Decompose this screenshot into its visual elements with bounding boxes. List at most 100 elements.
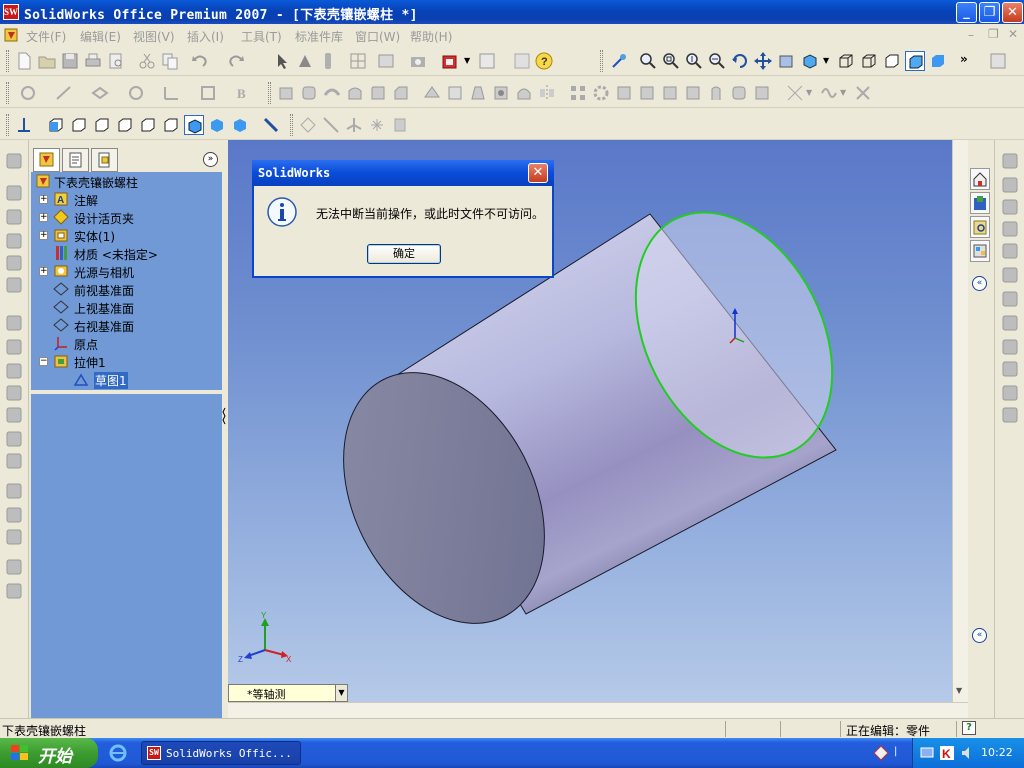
tree-expander[interactable]: − [39, 357, 48, 366]
tool-icon[interactable] [1002, 339, 1018, 355]
print-button[interactable] [83, 51, 103, 71]
trimetric-view-button[interactable] [207, 115, 227, 135]
pan-button[interactable] [753, 51, 773, 71]
tool-icon[interactable] [6, 431, 22, 447]
task-pane-button[interactable] [988, 51, 1008, 71]
sheet-button[interactable] [512, 51, 532, 71]
convert-button[interactable] [344, 115, 364, 135]
circle-button[interactable] [126, 83, 146, 103]
view-palette-tab[interactable] [970, 240, 990, 262]
doc-close-icon[interactable]: ✕ [1008, 27, 1018, 41]
network-icon[interactable] [872, 744, 890, 762]
hole-wizard-button[interactable] [491, 83, 511, 103]
tree-item[interactable]: + 光源与相机 [31, 262, 222, 280]
dome-button[interactable] [514, 83, 534, 103]
tool-icon[interactable] [6, 339, 22, 355]
tool-icon[interactable] [6, 507, 22, 523]
sweep-button[interactable] [322, 83, 342, 103]
revolve-boss-button[interactable] [299, 83, 319, 103]
tool-icon[interactable] [6, 559, 22, 575]
line-button[interactable] [54, 83, 74, 103]
tree-item[interactable]: 材质 <未指定> [31, 244, 222, 262]
tree-item[interactable]: 右视基准面 [31, 316, 222, 334]
linear-pattern-button[interactable] [568, 83, 588, 103]
hidden-lines-removed-button[interactable] [882, 51, 902, 71]
toolbar-overflow-icon[interactable]: » [960, 52, 968, 66]
tool-icon[interactable] [6, 385, 22, 401]
isometric-view-button[interactable] [184, 115, 204, 135]
doc-restore-icon[interactable]: ❐ [988, 27, 999, 41]
construction-button[interactable] [390, 115, 410, 135]
tool-icon[interactable] [1002, 177, 1018, 193]
display-style-button[interactable] [800, 51, 820, 71]
tree-expander[interactable]: + [39, 267, 48, 276]
tree-expander[interactable]: + [39, 231, 48, 240]
configuration-manager-tab[interactable] [91, 148, 118, 172]
toolbox-dropdown-icon[interactable]: ▼ [464, 56, 470, 65]
feature-manager-tab[interactable] [33, 148, 60, 172]
back-view-button[interactable] [69, 115, 89, 135]
instant3d-button[interactable] [853, 83, 873, 103]
left-view-button[interactable] [92, 115, 112, 135]
sketch-relations-button[interactable] [298, 115, 318, 135]
redo-button[interactable] [226, 51, 246, 71]
menu-window[interactable]: 窗口(W) [355, 28, 400, 45]
view-orientation-box[interactable]: *等轴测 ▼ [228, 684, 348, 702]
tool-icon[interactable] [6, 233, 22, 249]
point-button[interactable] [367, 115, 387, 135]
tree-item[interactable]: + 设计活页夹 [31, 208, 222, 226]
select-button[interactable] [272, 51, 292, 71]
traffic-light-button[interactable] [318, 51, 338, 71]
circular-pattern-button[interactable] [591, 83, 611, 103]
zoom-to-area-button[interactable] [661, 51, 681, 71]
expand-panel-button[interactable]: « [972, 628, 987, 643]
undo-button[interactable] [190, 51, 210, 71]
taskbar-solidworks-item[interactable]: SW SolidWorks Offic... [141, 741, 301, 765]
front-view-button[interactable] [46, 115, 66, 135]
tree-item[interactable]: + 实体(1) [31, 226, 222, 244]
arc-button[interactable] [162, 83, 182, 103]
doc-minimize-icon[interactable]: – [968, 28, 974, 42]
tool-icon[interactable] [6, 185, 22, 201]
mirror-button[interactable] [537, 83, 557, 103]
wireframe-button[interactable] [836, 51, 856, 71]
internet-explorer-icon[interactable] [108, 744, 128, 762]
menu-standard-parts[interactable]: 标准件库 [295, 28, 343, 45]
tool-icon[interactable] [6, 363, 22, 379]
scroll-down-icon[interactable]: ▼ [956, 686, 962, 695]
deform-button[interactable] [729, 83, 749, 103]
antivirus-icon[interactable]: K [939, 745, 955, 761]
fillet-button[interactable] [368, 83, 388, 103]
tool-icon[interactable] [6, 407, 22, 423]
tool-icon[interactable] [6, 529, 22, 545]
tool-icon[interactable] [1002, 243, 1018, 259]
tree-expander[interactable]: + [39, 195, 48, 204]
tree-item[interactable]: 原点 [31, 334, 222, 352]
menu-file[interactable]: 文件(F) [26, 28, 66, 45]
right-view-button[interactable] [115, 115, 135, 135]
reference-geometry-button[interactable] [785, 83, 805, 103]
cut-button[interactable] [137, 51, 157, 71]
toolbar-grip[interactable] [6, 114, 9, 136]
loft-button[interactable] [345, 83, 365, 103]
shaded-button[interactable] [928, 51, 948, 71]
menu-help[interactable]: 帮助(H) [410, 28, 452, 45]
tool-icon[interactable] [6, 209, 22, 225]
toolbar-grip[interactable] [268, 82, 271, 104]
start-button[interactable]: 开始 [0, 738, 98, 768]
tree-expander[interactable]: + [39, 213, 48, 222]
tool-icon[interactable] [1002, 267, 1018, 283]
tree-item[interactable]: + A 注解 [31, 190, 222, 208]
collapse-panel-button[interactable]: » [203, 152, 218, 167]
window-title-bar[interactable]: SW SolidWorks Office Premium 2007 - [下表壳… [0, 0, 1024, 24]
zoom-to-fit-button[interactable] [638, 51, 658, 71]
rotate-view-button[interactable] [730, 51, 750, 71]
toolbar-grip[interactable] [6, 82, 9, 104]
section-view-button[interactable] [776, 51, 796, 71]
tool-icon[interactable] [6, 583, 22, 599]
extrude-boss-button[interactable] [276, 83, 296, 103]
print-preview-button[interactable] [106, 51, 126, 71]
text-button[interactable]: B [234, 83, 254, 103]
toolbar-grip[interactable] [6, 50, 9, 72]
view-dropdown-icon[interactable]: ▼ [335, 685, 347, 701]
